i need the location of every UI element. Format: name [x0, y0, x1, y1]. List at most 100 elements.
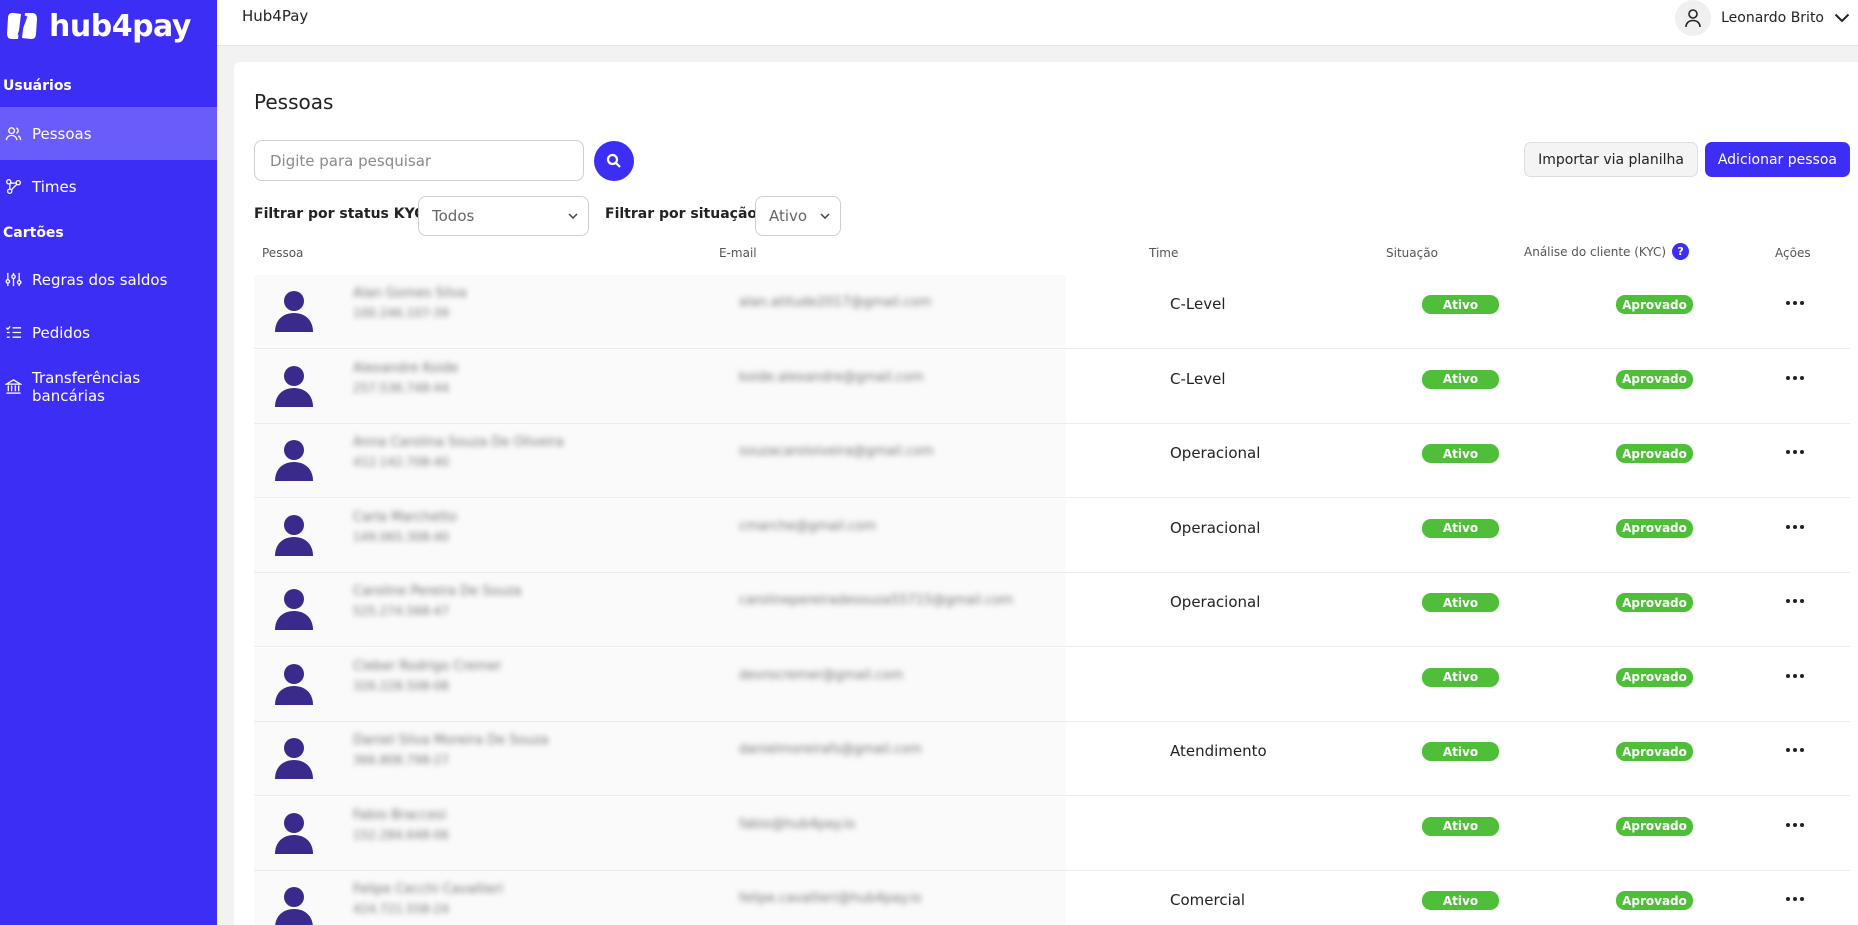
- status-badge: Ativo: [1422, 593, 1499, 612]
- table-row[interactable]: Carla Marchetto 149.065.308-40 cmarche@gma…: [254, 498, 1850, 573]
- sidebar-item-label: Pedidos: [32, 323, 90, 342]
- table-row[interactable]: Daniel Silva Moreira De Souza 366.808.798…: [254, 722, 1850, 796]
- filter-kyc-select[interactable]: Todos: [418, 196, 589, 236]
- row-actions-more-icon[interactable]: [1783, 442, 1807, 462]
- person-email: koide.alexandre@gmail.com: [739, 369, 924, 385]
- person-name: Anna Carolina Souza De Oliveira: [353, 435, 564, 450]
- status-badge: Ativo: [1422, 369, 1499, 389]
- row-actions-more-icon[interactable]: [1783, 517, 1807, 537]
- person-cpf: 525.274.568-47: [353, 604, 449, 618]
- status-badge: Ativo: [1422, 891, 1499, 910]
- row-person-cell: [254, 871, 1066, 925]
- row-actions-more-icon[interactable]: [1783, 740, 1807, 760]
- bank-icon: [5, 379, 22, 394]
- person-email: devrocremer@gmail.com: [739, 667, 904, 683]
- sidebar-item-pessoas[interactable]: Pessoas: [0, 107, 217, 160]
- column-header-kyc: Análise do cliente (KYC) ?: [1524, 243, 1690, 260]
- column-header-kyc-label: Análise do cliente (KYC): [1524, 244, 1667, 259]
- table-row[interactable]: Felipe Cecchi Cavallieri 424.721.558-24 fe…: [254, 871, 1850, 925]
- search-button[interactable]: [594, 141, 634, 181]
- kyc-badge: Aprovado: [1616, 295, 1693, 314]
- hub4pay-logo-icon: [7, 12, 37, 39]
- filter-situacao-label: Filtrar por situação:: [605, 206, 763, 222]
- user-avatar: [1675, 0, 1712, 36]
- person-cpf: 424.721.558-24: [353, 902, 449, 916]
- add-person-button[interactable]: Adicionar pessoa: [1704, 142, 1850, 177]
- brand-logo[interactable]: hub4pay: [4, 8, 191, 44]
- person-email: danielmoreirafs@gmail.com: [739, 742, 922, 757]
- help-icon[interactable]: ?: [1672, 243, 1690, 260]
- person-avatar-icon: [275, 514, 313, 556]
- row-actions-more-icon[interactable]: [1783, 591, 1807, 611]
- person-team: Atendimento: [1170, 742, 1267, 760]
- person-cpf: 326.228.508-08: [353, 678, 449, 693]
- page-title: Pessoas: [254, 90, 334, 114]
- status-badge: Ativo: [1422, 667, 1499, 687]
- person-name: Alan Gomes Silva: [353, 286, 467, 301]
- users-icon: [5, 127, 22, 141]
- person-email: felipe.cavallieri@hub4pay.io: [739, 891, 922, 906]
- person-cpf: 412.142.708-40: [353, 455, 449, 469]
- kyc-badge: Aprovado: [1616, 667, 1693, 687]
- chevron-down-icon: [568, 213, 578, 219]
- person-name: Alexandre Koide: [353, 360, 459, 376]
- person-name: Felipe Cecchi Cavallieri: [353, 882, 504, 897]
- status-badge: Ativo: [1422, 816, 1499, 836]
- sidebar-item-regras-dos-saldos[interactable]: Regras dos saldos: [0, 253, 217, 306]
- list-check-icon: [5, 325, 22, 338]
- table-row[interactable]: Fabio Braccesi 152.284.648-06 fabio@hub4pa…: [254, 796, 1850, 871]
- sidebar-item-transferencias-bancarias[interactable]: Transferências bancárias: [0, 360, 217, 413]
- sidebar-item-times[interactable]: Times: [0, 160, 217, 213]
- kyc-badge: Aprovado: [1616, 444, 1693, 463]
- person-team: Operacional: [1170, 444, 1261, 462]
- sidebar-item-pedidos[interactable]: Pedidos: [0, 306, 217, 359]
- filter-kyc-label: Filtrar por status KYC:: [254, 206, 431, 222]
- person-email: cmarche@gmail.com: [739, 518, 877, 534]
- search-input[interactable]: [254, 140, 584, 181]
- user-icon: [1685, 8, 1701, 27]
- row-actions-more-icon[interactable]: [1783, 293, 1807, 313]
- logo-text: hub4pay: [49, 8, 191, 44]
- chevron-down-icon: [820, 213, 830, 219]
- table-row[interactable]: Anna Carolina Souza De Oliveira 412.142.7…: [254, 424, 1850, 498]
- row-actions-more-icon[interactable]: [1783, 889, 1807, 909]
- row-actions-more-icon[interactable]: [1783, 666, 1807, 686]
- person-email: souzacaroloiveira@gmail.com: [739, 444, 934, 459]
- filter-kyc-value: Todos: [432, 207, 475, 225]
- person-email: alan.atitude2017@gmail.com: [739, 295, 932, 310]
- person-name: Fabio Braccesi: [353, 807, 447, 823]
- table-row[interactable]: Alexandre Koide 257.536.748-44 koide.alexa…: [254, 349, 1850, 424]
- column-header-email: E-mail: [719, 246, 757, 260]
- row-actions-more-icon[interactable]: [1783, 368, 1807, 388]
- person-avatar-icon: [275, 663, 313, 705]
- kyc-badge: Aprovado: [1616, 816, 1693, 836]
- person-avatar-icon: [275, 589, 313, 630]
- person-team: Operacional: [1170, 593, 1261, 611]
- person-team: Operacional: [1170, 518, 1261, 537]
- status-badge: Ativo: [1422, 742, 1499, 761]
- user-name: Leonardo Brito: [1721, 9, 1824, 26]
- row-actions-more-icon[interactable]: [1783, 815, 1807, 835]
- table-row[interactable]: Cleber Rodrigo Cremer 326.228.508-08 devro…: [254, 647, 1850, 722]
- topbar: Hub4Pay Leonardo Brito: [217, 0, 1858, 46]
- filter-situacao-select[interactable]: Ativo: [755, 196, 841, 236]
- person-avatar-icon: [275, 291, 313, 332]
- person-avatar-icon: [275, 812, 313, 854]
- person-avatar-icon: [275, 365, 313, 407]
- column-header-situacao: Situação: [1386, 246, 1438, 260]
- sliders-icon: [5, 272, 22, 287]
- table-row[interactable]: Caroline Pereira De Souza 525.274.568-47 c…: [254, 573, 1850, 647]
- person-email: fabio@hub4pay.io: [739, 816, 856, 832]
- user-menu[interactable]: Leonardo Brito: [1675, 0, 1850, 36]
- person-name: Cleber Rodrigo Cremer: [353, 658, 502, 674]
- table-row[interactable]: Alan Gomes Silva 100.246.107-39 alan.atitu…: [254, 275, 1850, 349]
- status-badge: Ativo: [1422, 295, 1499, 314]
- sidebar-item-label: Times: [32, 177, 77, 196]
- kyc-badge: Aprovado: [1616, 891, 1693, 910]
- person-cpf: 152.284.648-06: [353, 827, 449, 842]
- person-email: carolinepereiradesouza55715@gmail.com: [739, 593, 1014, 608]
- chevron-down-icon: [1834, 13, 1850, 22]
- person-avatar-icon: [275, 738, 313, 779]
- import-spreadsheet-button[interactable]: Importar via planilha: [1524, 142, 1698, 177]
- filter-situacao-value: Ativo: [769, 207, 808, 225]
